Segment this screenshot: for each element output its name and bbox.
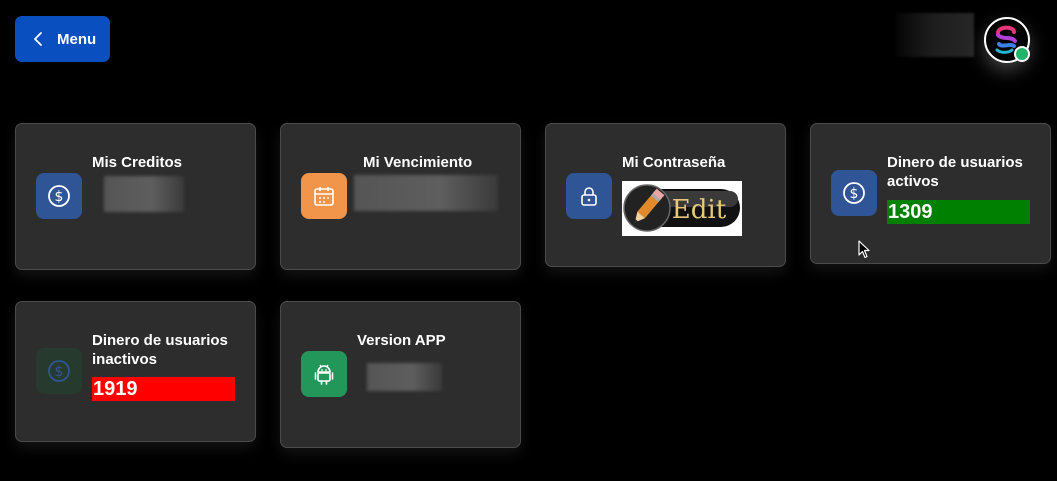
svg-text:$: $ bbox=[55, 189, 64, 205]
menu-label: Menu bbox=[57, 30, 97, 48]
avatar[interactable] bbox=[984, 17, 1030, 63]
menu-button[interactable]: Menu bbox=[15, 16, 110, 62]
card-usuarios-activos[interactable]: $ Dinero de usuarios activos 1309 bbox=[810, 123, 1051, 264]
edit-button[interactable]: Edit bbox=[622, 181, 742, 236]
card-title: Dinero de usuarios inactivos bbox=[92, 332, 228, 368]
dollar-circle-icon: $ bbox=[831, 170, 877, 216]
calendar-icon bbox=[301, 173, 347, 219]
activos-value: 1309 bbox=[887, 200, 1030, 224]
dollar-circle-icon: $ bbox=[36, 348, 82, 394]
value-redacted bbox=[367, 363, 442, 391]
card-title: Mis Creditos bbox=[92, 154, 183, 171]
card-title: Mi Vencimiento bbox=[363, 154, 473, 171]
card-usuarios-inactivos[interactable]: $ Dinero de usuarios inactivos 1919 bbox=[15, 301, 256, 442]
card-title: Mi Contraseña bbox=[622, 154, 726, 171]
lock-icon bbox=[566, 173, 612, 219]
android-icon bbox=[301, 351, 347, 397]
card-mi-contrasena[interactable]: Mi Contraseña Edit bbox=[545, 123, 786, 267]
svg-text:$: $ bbox=[55, 364, 64, 380]
card-title: Version APP bbox=[357, 332, 446, 349]
card-version-app[interactable]: Version APP bbox=[280, 301, 521, 448]
username-redacted bbox=[896, 13, 974, 57]
inactivos-value: 1919 bbox=[92, 377, 235, 401]
card-mi-vencimiento[interactable]: Mi Vencimiento bbox=[280, 123, 521, 270]
card-title: Dinero de usuarios activos bbox=[887, 154, 1023, 190]
online-status-dot bbox=[1014, 46, 1030, 62]
dollar-circle-icon: $ bbox=[36, 173, 82, 219]
chevron-left-icon bbox=[34, 32, 42, 46]
card-mis-creditos[interactable]: $ Mis Creditos bbox=[15, 123, 256, 270]
value-redacted bbox=[104, 176, 184, 212]
value-redacted bbox=[354, 175, 498, 211]
mouse-cursor-icon bbox=[858, 240, 870, 264]
svg-text:$: $ bbox=[850, 186, 859, 202]
edit-label: Edit bbox=[672, 195, 727, 225]
